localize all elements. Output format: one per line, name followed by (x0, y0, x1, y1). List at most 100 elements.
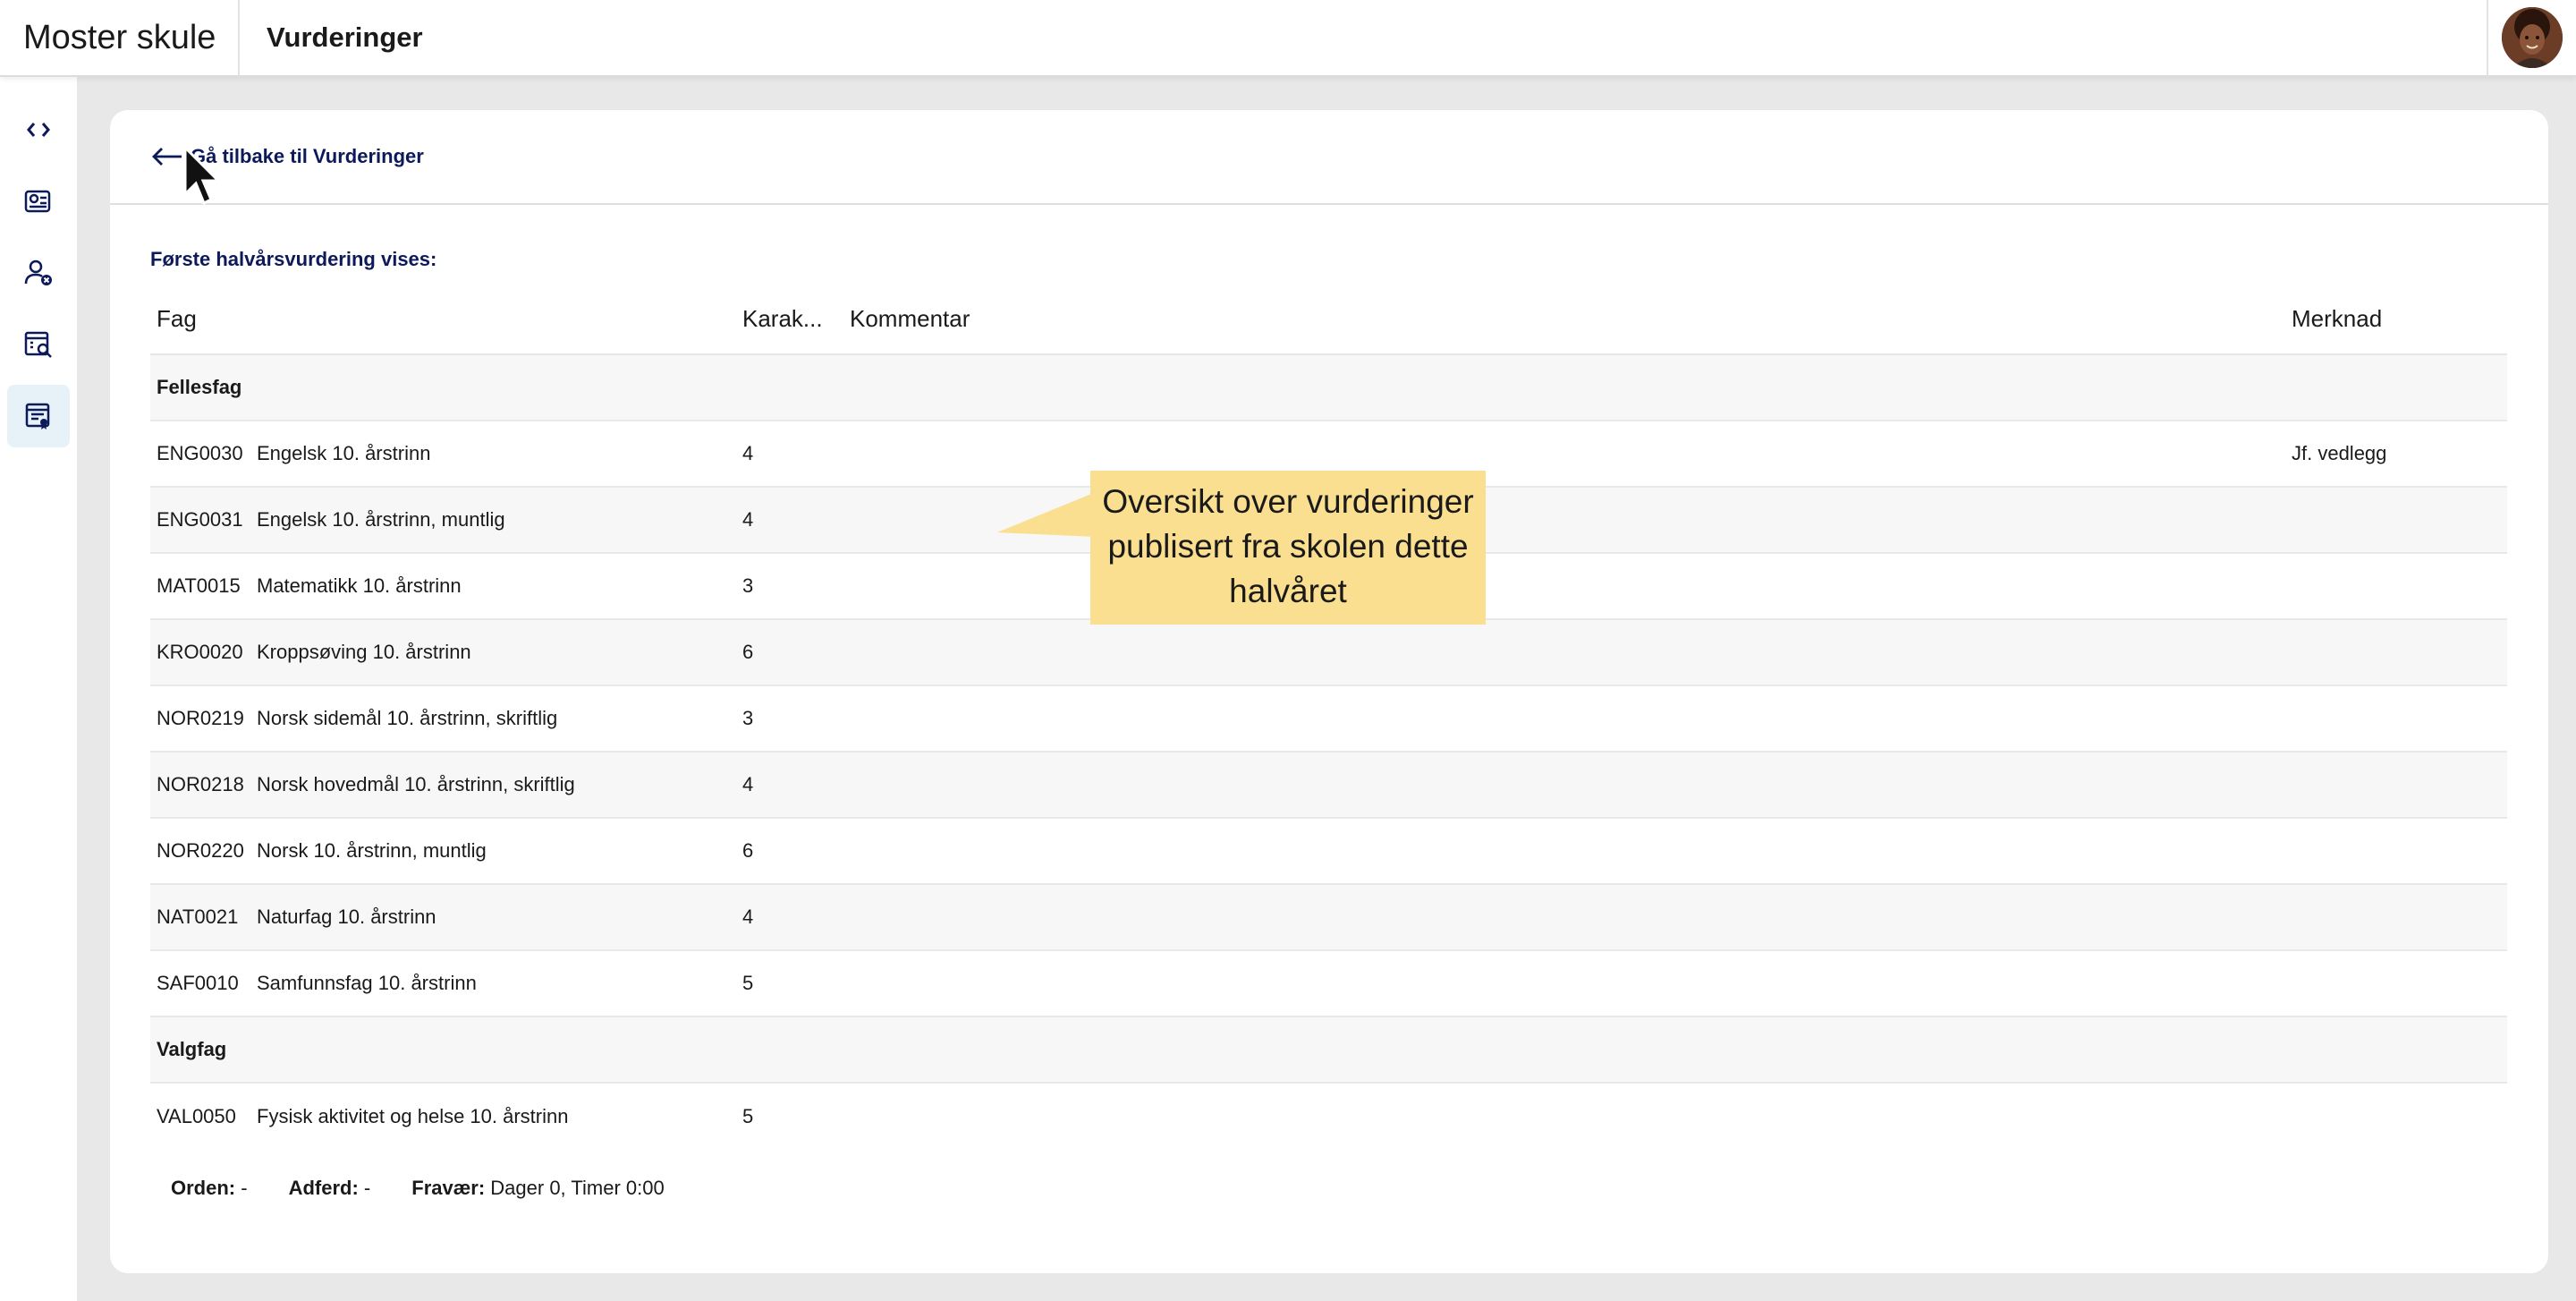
adferd-summary: Adferd: - (289, 1177, 371, 1200)
subject-note (2285, 950, 2507, 1017)
mouse-cursor-icon (183, 145, 222, 206)
subject-note (2285, 685, 2507, 753)
subject-name: Norsk hovedmål 10. årstrinn, skriftlig (250, 752, 736, 819)
subject-grade: 3 (736, 685, 843, 753)
column-header-fag[interactable]: Fag (150, 285, 736, 355)
subject-grade: 5 (742, 1104, 754, 1127)
top-bar: Moster skule Vurderinger (0, 0, 2576, 77)
subject-grade: 4 (736, 752, 843, 819)
subject-comment (843, 421, 2285, 488)
subject-code: NAT0021 (150, 884, 250, 951)
table-row[interactable]: VAL0050 Fysisk aktivitet og helse 10. år… (150, 1083, 2507, 1149)
column-header-kommentar[interactable]: Kommentar (843, 285, 2285, 355)
subject-name: Samfunnsfag 10. årstrinn (250, 950, 736, 1017)
sidebar (0, 77, 77, 1301)
subject-grade: 6 (736, 619, 843, 686)
subject-code: VAL0050 (157, 1104, 236, 1127)
fravaer-value: Dager 0, Timer 0:00 (485, 1177, 665, 1199)
sidebar-item-assessments[interactable] (7, 385, 70, 447)
subject-name: Norsk 10. årstrinn, muntlig (250, 818, 736, 885)
table-header-row: Fag Karak... Kommentar Merknad (150, 285, 2507, 355)
avatar[interactable] (2502, 7, 2563, 68)
subject-note (2285, 619, 2507, 686)
subject-code: NOR0218 (150, 752, 250, 819)
app-title[interactable]: Moster skule (0, 0, 240, 76)
subject-comment (843, 619, 2285, 686)
subject-comment (843, 685, 2285, 753)
subject-code: NOR0219 (150, 685, 250, 753)
subject-code: SAF0010 (150, 950, 250, 1017)
user-menu[interactable] (2487, 0, 2576, 76)
subject-code: KRO0020 (150, 619, 250, 686)
table-row[interactable]: NOR0219 Norsk sidemål 10. årstrinn, skri… (150, 685, 2507, 753)
subject-name: Engelsk 10. årstrinn (250, 421, 736, 488)
table-row[interactable]: NOR0220 Norsk 10. årstrinn, muntlig 6 (150, 818, 2507, 885)
group-label: Valgfag (150, 1016, 2507, 1084)
group-row-valgfag: Valgfag (150, 1016, 2507, 1084)
group-row-fellesfag: Fellesfag (150, 354, 2507, 421)
subject-name: Kroppsøving 10. årstrinn (250, 619, 736, 686)
table-row[interactable]: KRO0020 Kroppsøving 10. årstrinn 6 (150, 619, 2507, 686)
subject-code: ENG0030 (150, 421, 250, 488)
subject-note: Jf. vedlegg (2285, 421, 2507, 488)
table-row[interactable]: NAT0021 Naturfag 10. årstrinn 4 (150, 884, 2507, 951)
tooltip-pointer (997, 492, 1096, 537)
assessment-table: Fag Karak... Kommentar Merknad Fellesfag… (150, 285, 2507, 1149)
adferd-label: Adferd: (288, 1177, 359, 1199)
subject-grade: 4 (736, 487, 843, 554)
column-header-karakter[interactable]: Karak... (736, 285, 843, 355)
person-absence-icon (24, 259, 52, 285)
subject-grade: 4 (736, 884, 843, 951)
assessment-icon (25, 403, 50, 429)
subject-grade: 4 (736, 421, 843, 488)
subject-name: Fysisk aktivitet og helse 10. årstrinn (257, 1104, 569, 1127)
collapse-icon (27, 123, 50, 137)
subject-name: Norsk sidemål 10. årstrinn, skriftlig (250, 685, 736, 753)
subject-name: Engelsk 10. årstrinn, muntlig (250, 487, 736, 554)
table-row[interactable]: SAF0010 Samfunnsfag 10. årstrinn 5 (150, 950, 2507, 1017)
dashboard-icon (24, 190, 51, 213)
orden-label: Orden: (171, 1177, 236, 1199)
arrow-left-icon (152, 148, 182, 166)
subject-note (2285, 487, 2507, 554)
table-row[interactable]: NOR0218 Norsk hovedmål 10. årstrinn, skr… (150, 752, 2507, 819)
subject-grade: 6 (736, 818, 843, 885)
fravaer-summary: Fravær: Dager 0, Timer 0:00 (411, 1177, 664, 1200)
subject-note (2285, 1083, 2507, 1149)
orden-value: - (235, 1177, 248, 1199)
subject-comment (843, 553, 2285, 620)
subject-code: MAT0015 (150, 553, 250, 620)
subject-comment (843, 818, 2285, 885)
subject-name: Naturfag 10. årstrinn (250, 884, 736, 951)
subject-name: Matematikk 10. årstrinn (250, 553, 736, 620)
subject-comment (843, 752, 2285, 819)
fravaer-label: Fravær: (411, 1177, 486, 1199)
adferd-value: - (358, 1177, 371, 1199)
subject-code: ENG0031 (150, 487, 250, 554)
subject-code: NOR0220 (150, 818, 250, 885)
search-list-icon (24, 331, 52, 358)
assessment-card: Gå tilbake til Vurderinger Første halvår… (110, 110, 2548, 1273)
subject-comment (843, 950, 2285, 1017)
tutorial-tooltip: Oversikt over vurderinger publisert fra … (1090, 471, 1486, 625)
subject-note (2285, 884, 2507, 951)
sidebar-item-dashboard[interactable] (7, 170, 70, 233)
subject-comment (843, 1083, 2285, 1149)
section-label: Første halvårsvurdering vises: (150, 248, 437, 270)
back-row: Gå tilbake til Vurderinger (110, 110, 2548, 205)
summary-footer: Orden: - Adferd: - Fravær: Dager 0, Time… (171, 1177, 706, 1200)
sidebar-item-collapse[interactable] (7, 98, 70, 161)
subject-grade: 3 (736, 553, 843, 620)
sidebar-item-absence[interactable] (7, 242, 70, 304)
sidebar-item-search[interactable] (7, 313, 70, 376)
page-title: Vurderinger (267, 21, 423, 53)
orden-summary: Orden: - (171, 1177, 248, 1200)
subject-note (2285, 553, 2507, 620)
back-link-label: Gå tilbake til Vurderinger (191, 145, 424, 167)
column-header-merknad[interactable]: Merknad (2285, 285, 2507, 355)
group-label: Fellesfag (150, 354, 2507, 421)
subject-grade: 5 (736, 950, 843, 1017)
subject-note (2285, 818, 2507, 885)
subject-comment (843, 884, 2285, 951)
subject-note (2285, 752, 2507, 819)
